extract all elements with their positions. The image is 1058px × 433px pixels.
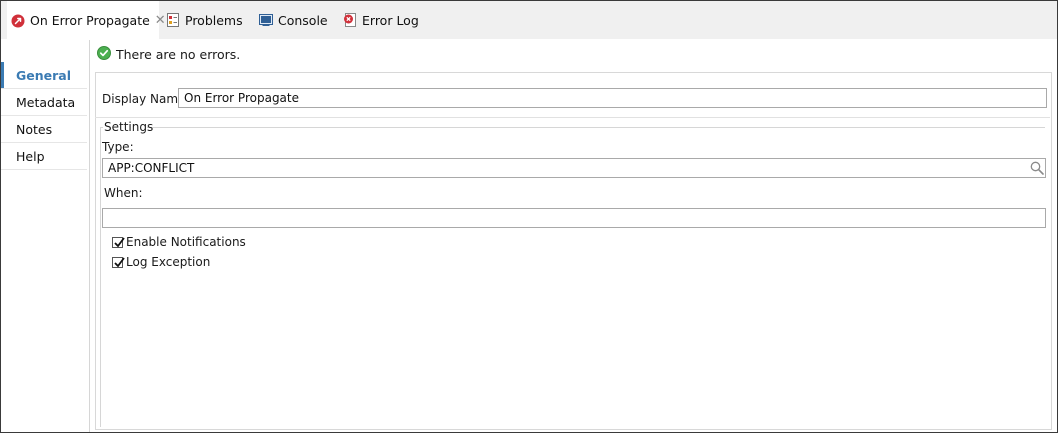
log-exception-checkbox[interactable]: Log Exception xyxy=(112,255,210,269)
sidebar-item-notes[interactable]: Notes xyxy=(1,116,87,143)
tab-problems[interactable]: Problems xyxy=(166,1,243,39)
tab-error-log[interactable]: Error Log xyxy=(343,1,419,39)
status-message: There are no errors. xyxy=(116,46,241,62)
checkbox-box[interactable] xyxy=(112,236,125,248)
search-icon[interactable] xyxy=(1030,161,1044,178)
error-propagate-icon xyxy=(11,14,25,28)
tab-label: Console xyxy=(278,12,328,28)
sidebar-item-label: Help xyxy=(16,148,45,164)
close-icon[interactable]: ✕ xyxy=(155,14,166,27)
when-label: When: xyxy=(104,186,143,200)
view-tab-bar: On Error Propagate ✕ Problems Console Er… xyxy=(1,1,1057,40)
error-log-icon xyxy=(343,13,357,27)
console-icon xyxy=(259,13,273,27)
sidebar-item-metadata[interactable]: Metadata xyxy=(1,89,87,116)
display-name-label: Display Name: xyxy=(102,92,190,106)
tab-on-error-propagate[interactable]: On Error Propagate ✕ xyxy=(7,1,166,40)
general-panel xyxy=(95,72,1052,430)
validation-status: There are no errors. xyxy=(97,45,240,63)
sidebar-item-label: Notes xyxy=(16,121,53,137)
sidebar-item-help[interactable]: Help xyxy=(1,143,87,170)
tab-label: On Error Propagate xyxy=(30,13,150,28)
log-exception-label: Log Exception xyxy=(126,255,211,269)
problems-icon xyxy=(166,13,180,27)
properties-view: On Error Propagate ✕ Problems Console Er… xyxy=(0,0,1058,433)
tab-label: Error Log xyxy=(362,12,419,28)
tab-label: Problems xyxy=(185,12,243,28)
sidebar-item-general[interactable]: General xyxy=(1,62,87,89)
section-sidebar: General Metadata Notes Help xyxy=(1,40,90,432)
divider xyxy=(100,127,101,427)
checkbox-box[interactable] xyxy=(112,256,125,268)
enable-notifications-label: Enable Notifications xyxy=(126,235,246,249)
check-circle-icon xyxy=(97,45,111,63)
sidebar-item-label: General xyxy=(16,67,71,83)
type-input[interactable] xyxy=(102,158,1046,178)
type-label: Type: xyxy=(102,140,134,154)
divider xyxy=(95,117,1050,118)
tab-console[interactable]: Console xyxy=(259,1,328,39)
sidebar-item-label: Metadata xyxy=(16,94,76,110)
settings-group-title: Settings xyxy=(104,120,154,134)
when-input[interactable] xyxy=(102,208,1046,228)
divider xyxy=(147,127,1045,128)
enable-notifications-checkbox[interactable]: Enable Notifications xyxy=(112,235,246,249)
display-name-input[interactable] xyxy=(178,88,1047,108)
